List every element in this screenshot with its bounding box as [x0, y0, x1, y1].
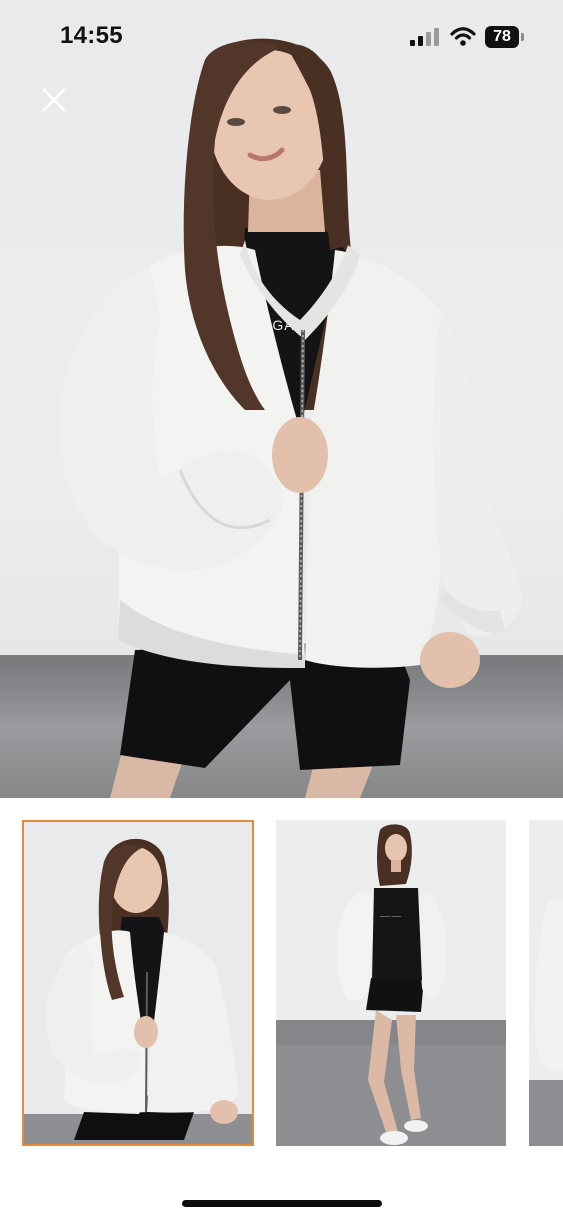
thumbnail-3-partial[interactable] — [529, 820, 563, 1146]
thumbnail-strip[interactable]: —— —— — [0, 798, 563, 1178]
close-button[interactable] — [38, 84, 70, 116]
battery-icon: 78 — [485, 26, 519, 48]
main-product-image[interactable]: EGAR — [0, 0, 563, 798]
thumbnail-1-image — [24, 822, 252, 1144]
home-indicator[interactable] — [182, 1200, 382, 1207]
thumbnail-2[interactable]: —— —— — [276, 820, 506, 1146]
cellular-signal-icon — [410, 28, 439, 46]
model-figure: EGAR — [59, 38, 522, 798]
battery-level: 78 — [493, 28, 511, 45]
status-time: 14:55 — [60, 22, 123, 49]
wifi-icon — [450, 27, 476, 46]
thumbnail-3-image — [529, 820, 563, 1146]
close-icon — [42, 88, 66, 112]
battery-tip — [521, 33, 524, 41]
thumbnail-1-selected[interactable] — [22, 820, 254, 1146]
status-bar: 14:55 78 — [0, 0, 563, 76]
thumbnail-2-image: —— —— — [276, 820, 506, 1146]
svg-text:—— ——: —— —— — [380, 914, 401, 920]
